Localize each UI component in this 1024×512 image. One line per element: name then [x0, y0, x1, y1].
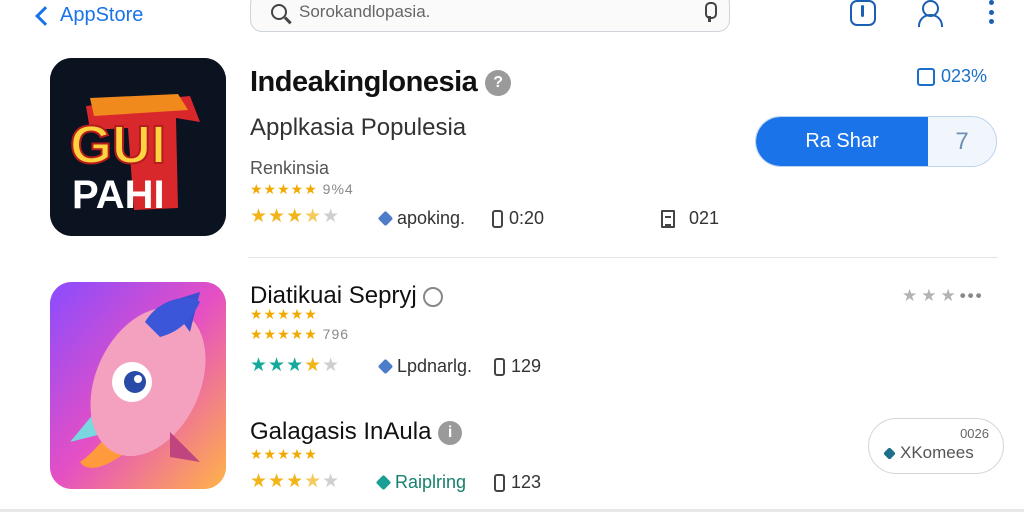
- document-icon: [661, 209, 675, 228]
- icon-text-top: GUI: [70, 115, 166, 175]
- percent-badge: 023%: [917, 66, 987, 87]
- phone-icon: [492, 209, 503, 228]
- app-icon-featured[interactable]: GUI PAHI: [50, 58, 226, 236]
- minor-rating-stars-1: ★★★★★ 9%4: [250, 181, 354, 197]
- rating-stars-1: ★★★★★: [250, 206, 341, 227]
- search-icon: [271, 4, 287, 20]
- app-icon-rocket[interactable]: [50, 282, 226, 489]
- phone-icon: [494, 473, 505, 492]
- app-size-2: 129: [494, 356, 541, 377]
- install-pill-button[interactable]: 0026 XKomees: [868, 418, 1004, 474]
- app-title-1[interactable]: Indeakinglonesia ?: [250, 66, 511, 99]
- info-icon[interactable]: [423, 286, 444, 307]
- search-bar[interactable]: [250, 0, 730, 32]
- right-rating-stars[interactable]: ★★★•••: [902, 286, 984, 306]
- icon-text-bottom: PAHI: [72, 173, 165, 217]
- minor-rating-value-1: 9%4: [322, 181, 354, 197]
- microphone-icon[interactable]: [703, 2, 717, 22]
- get-button-side[interactable]: 7: [928, 117, 996, 166]
- minor-stars-3: ★★★★★: [250, 446, 318, 462]
- minor-stars-2: ★★★★★: [250, 306, 318, 322]
- chevron-left-icon: [35, 5, 55, 26]
- search-input[interactable]: [299, 2, 691, 22]
- badge-icon: [917, 67, 935, 86]
- minor-rating-value-2: 796: [322, 326, 350, 342]
- pill-label: XKomees: [883, 443, 974, 463]
- app-doc-1: 021: [661, 208, 719, 229]
- app-subtitle-1: Applkasia Populesia: [250, 114, 467, 141]
- minor-rating-stars-2: ★★★★★ 796: [250, 326, 350, 342]
- info-icon[interactable]: i: [438, 420, 463, 445]
- more-menu-icon[interactable]: [984, 0, 998, 24]
- tag-icon: [883, 446, 896, 460]
- app-category-3: Raiplring: [375, 472, 466, 493]
- rating-stars-2: ★★★★★: [250, 355, 341, 376]
- user-icon[interactable]: [916, 0, 943, 27]
- app-developer-1[interactable]: Renkinsia: [250, 158, 329, 179]
- divider: [248, 257, 998, 258]
- app-category-1: apoking.: [377, 208, 465, 229]
- app-title-3[interactable]: Galagasis InAula i: [250, 418, 463, 446]
- tag-icon: [377, 358, 394, 375]
- back-label: AppStore: [60, 3, 144, 26]
- rating-stars-3: ★★★★★: [250, 471, 341, 492]
- info-icon[interactable]: ?: [484, 70, 511, 97]
- app-size-3: 123: [494, 472, 541, 493]
- get-button-label[interactable]: Ra Shar: [756, 117, 928, 166]
- tag-icon: [375, 474, 392, 491]
- app-size-1: 0:20: [492, 208, 544, 229]
- phone-icon: [494, 357, 505, 376]
- alert-icon[interactable]: [850, 0, 876, 26]
- tag-icon: [377, 210, 394, 227]
- app-category-2: Lpdnarlg.: [377, 356, 472, 377]
- back-button[interactable]: AppStore: [35, 0, 144, 30]
- pill-number: 0026: [960, 426, 989, 441]
- get-button[interactable]: Ra Shar 7: [755, 116, 997, 167]
